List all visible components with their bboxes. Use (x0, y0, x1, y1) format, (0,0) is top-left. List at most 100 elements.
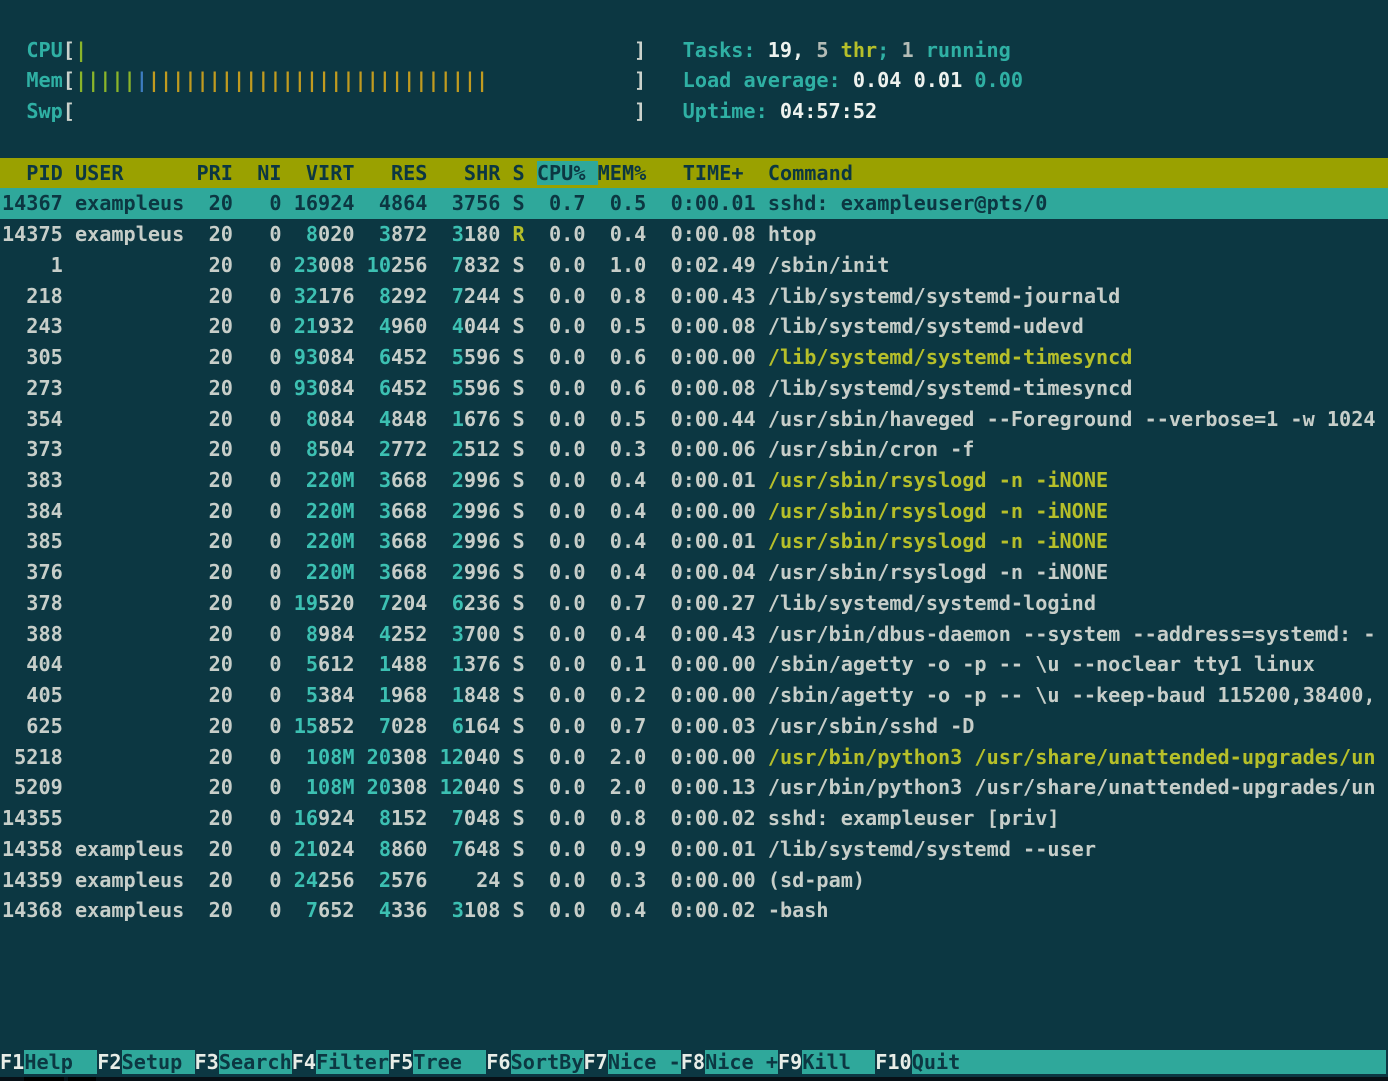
process-row[interactable]: 625 20 0 15852 7028 6164 S 0.0 0.7 0:00.… (0, 711, 1388, 742)
pri-cell: 20 (196, 745, 232, 769)
fbtn-quit[interactable]: Quit (912, 1050, 1386, 1074)
fbtn-help[interactable]: Help (24, 1050, 97, 1074)
cpu-meter[interactable]: CPU[| ] Tasks: 19, 5 thr; 1 running (0, 35, 1388, 66)
mem-cell: 0.5 (598, 191, 647, 215)
column-header-mem[interactable]: MEM% (598, 161, 659, 185)
pid-cell: 378 (2, 591, 63, 615)
fkey-F8[interactable]: F8 (681, 1050, 705, 1074)
process-row[interactable]: 14359 exampleus 20 0 24256 2576 24 S 0.0… (0, 865, 1388, 896)
mem-cell: 0.4 (598, 560, 647, 584)
process-row[interactable]: 14358 exampleus 20 0 21024 8860 7648 S 0… (0, 834, 1388, 865)
fbtn-kill[interactable]: Kill (802, 1050, 875, 1074)
process-row[interactable]: 385 20 0 220M 3668 2996 S 0.0 0.4 0:00.0… (0, 526, 1388, 557)
time-cell: 0:00.13 (658, 775, 755, 799)
fkey-F1[interactable]: F1 (0, 1050, 24, 1074)
column-header-res[interactable]: RES (367, 161, 440, 185)
fkey-F4[interactable]: F4 (292, 1050, 316, 1074)
process-row-selected[interactable]: 14367 exampleus 20 0 16924 4864 3756 S 0… (0, 188, 1388, 219)
fbtn-setup[interactable]: Setup (122, 1050, 195, 1074)
column-header-cpu[interactable]: CPU% (537, 161, 598, 185)
fkey-F3[interactable]: F3 (195, 1050, 219, 1074)
fkey-F7[interactable]: F7 (584, 1050, 608, 1074)
time-cell: 0:00.02 (658, 806, 755, 830)
cpu-cell: 0.0 (537, 622, 586, 646)
meter-open-bracket: [ (63, 68, 75, 92)
fbtn-filter[interactable]: Filter (316, 1050, 389, 1074)
swp-meter[interactable]: Swp[ ] Uptime: 04:57:52 (0, 96, 1388, 127)
state-cell: S (513, 499, 525, 523)
fkey-F10[interactable]: F10 (875, 1050, 911, 1074)
process-row[interactable]: 305 20 0 93084 6452 5596 S 0.0 0.6 0:00.… (0, 342, 1388, 373)
column-header-s[interactable]: S (513, 161, 537, 185)
process-row[interactable]: 388 20 0 8984 4252 3700 S 0.0 0.4 0:00.4… (0, 619, 1388, 650)
column-header-command[interactable]: Command (768, 161, 853, 185)
state-cell: S (513, 745, 525, 769)
process-row[interactable]: 376 20 0 220M 3668 2996 S 0.0 0.4 0:00.0… (0, 557, 1388, 588)
column-header-time[interactable]: TIME+ (658, 161, 767, 185)
process-row[interactable]: 243 20 0 21932 4960 4044 S 0.0 0.5 0:00.… (0, 311, 1388, 342)
column-header-pid[interactable]: PID (2, 161, 75, 185)
fbtn-nice-[interactable]: Nice + (705, 1050, 778, 1074)
cpu-cell: 0.0 (537, 345, 586, 369)
ni-cell: 0 (245, 284, 281, 308)
fbtn-nice-[interactable]: Nice - (608, 1050, 681, 1074)
tasks-summary: Tasks: 19, 5 thr; 1 running (683, 38, 1011, 62)
process-row[interactable]: 383 20 0 220M 3668 2996 S 0.0 0.4 0:00.0… (0, 465, 1388, 496)
cpu-cell: 0.0 (537, 468, 586, 492)
ni-cell: 0 (245, 622, 281, 646)
bottom-edge-strip (0, 1077, 1388, 1081)
ni-cell: 0 (245, 714, 281, 738)
time-cell: 0:00.04 (658, 560, 755, 584)
mem-cell: 0.5 (598, 314, 647, 338)
user-cell (75, 468, 184, 492)
user-cell (75, 284, 184, 308)
column-header-pri[interactable]: PRI (196, 161, 245, 185)
process-row[interactable]: 384 20 0 220M 3668 2996 S 0.0 0.4 0:00.0… (0, 496, 1388, 527)
process-row[interactable]: 405 20 0 5384 1968 1848 S 0.0 0.2 0:00.0… (0, 680, 1388, 711)
pri-cell: 20 (196, 222, 232, 246)
process-row[interactable]: 378 20 0 19520 7204 6236 S 0.0 0.7 0:00.… (0, 588, 1388, 619)
fkey-F5[interactable]: F5 (389, 1050, 413, 1074)
pid-cell: 404 (2, 652, 63, 676)
fbtn-search[interactable]: Search (219, 1050, 292, 1074)
pid-cell: 14359 (2, 868, 63, 892)
fkey-F6[interactable]: F6 (486, 1050, 510, 1074)
pri-cell: 20 (196, 591, 232, 615)
fkey-F2[interactable]: F2 (97, 1050, 121, 1074)
mem-meter[interactable]: Mem[|||||||||||||||||||||||||||||||||| ]… (0, 65, 1388, 96)
time-cell: 0:00.00 (658, 652, 755, 676)
time-cell: 0:00.01 (658, 837, 755, 861)
process-row[interactable]: 373 20 0 8504 2772 2512 S 0.0 0.3 0:00.0… (0, 434, 1388, 465)
column-header-user[interactable]: USER (75, 161, 197, 185)
user-cell (75, 437, 184, 461)
process-row[interactable]: 354 20 0 8084 4848 1676 S 0.0 0.5 0:00.4… (0, 404, 1388, 435)
state-cell: S (513, 714, 525, 738)
process-row[interactable]: 273 20 0 93084 6452 5596 S 0.0 0.6 0:00.… (0, 373, 1388, 404)
pid-cell: 388 (2, 622, 63, 646)
column-header-shr[interactable]: SHR (440, 161, 513, 185)
process-row[interactable]: 5218 20 0 108M 20308 12040 S 0.0 2.0 0:0… (0, 742, 1388, 773)
mem-cell: 2.0 (598, 745, 647, 769)
bottom-edge-block (68, 1077, 96, 1081)
cpu-cell: 0.0 (537, 376, 586, 400)
process-row[interactable]: 218 20 0 32176 8292 7244 S 0.0 0.8 0:00.… (0, 281, 1388, 312)
pid-cell: 305 (2, 345, 63, 369)
fbtn-tree[interactable]: Tree (413, 1050, 486, 1074)
process-row[interactable]: 14368 exampleus 20 0 7652 4336 3108 S 0.… (0, 895, 1388, 926)
column-header-virt[interactable]: VIRT (294, 161, 367, 185)
user-cell: exampleus (75, 191, 184, 215)
time-cell: 0:00.00 (658, 499, 755, 523)
user-cell (75, 775, 184, 799)
mem-cell: 0.8 (598, 806, 647, 830)
state-cell: S (513, 622, 525, 646)
fbtn-sortby[interactable]: SortBy (511, 1050, 584, 1074)
fkey-F9[interactable]: F9 (778, 1050, 802, 1074)
process-row[interactable]: 1 20 0 23008 10256 7832 S 0.0 1.0 0:02.4… (0, 250, 1388, 281)
mem-cell: 0.7 (598, 591, 647, 615)
column-header-ni[interactable]: NI (245, 161, 294, 185)
process-row[interactable]: 14355 20 0 16924 8152 7048 S 0.0 0.8 0:0… (0, 803, 1388, 834)
time-cell: 0:00.08 (658, 376, 755, 400)
process-row[interactable]: 5209 20 0 108M 20308 12040 S 0.0 2.0 0:0… (0, 772, 1388, 803)
process-row[interactable]: 14375 exampleus 20 0 8020 3872 3180 R 0.… (0, 219, 1388, 250)
process-row[interactable]: 404 20 0 5612 1488 1376 S 0.0 0.1 0:00.0… (0, 649, 1388, 680)
